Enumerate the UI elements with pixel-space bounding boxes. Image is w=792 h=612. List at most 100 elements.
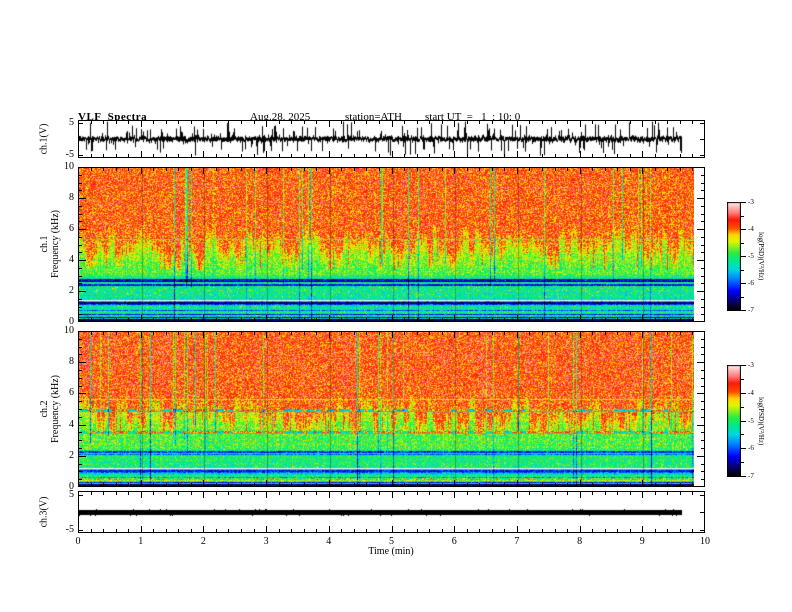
tick-mark (79, 229, 86, 230)
tick-mark (517, 168, 518, 174)
tick-mark (304, 318, 305, 321)
tick-mark (701, 268, 704, 269)
tick-mark (291, 492, 292, 495)
tick-mark (191, 168, 192, 171)
tick-mark (680, 318, 681, 321)
tick-mark (141, 315, 142, 321)
freq-tick-label: 8 (69, 356, 74, 368)
tick-mark (567, 318, 568, 321)
tick-mark (701, 448, 704, 449)
tick-mark (605, 529, 606, 532)
psd-colorbar-1 (727, 202, 741, 311)
tick-mark (630, 492, 631, 495)
tick-mark (692, 154, 693, 157)
tick-mark (429, 121, 430, 124)
tick-mark (379, 529, 380, 532)
tick-mark (203, 526, 204, 532)
tick-mark (492, 492, 493, 495)
tick-mark (241, 332, 242, 335)
tick-mark (529, 529, 530, 532)
tick-mark (404, 492, 405, 495)
tick-mark (329, 168, 330, 174)
colorbar-tick-label: -7 (748, 306, 754, 314)
tick-mark (128, 154, 129, 157)
tick-mark (103, 492, 104, 495)
tick-mark (504, 529, 505, 532)
tick-mark (266, 332, 267, 338)
tick-mark (103, 318, 104, 321)
ch1-voltage-axis-label: ch.1(V) (38, 123, 50, 155)
tick-mark (504, 154, 505, 157)
tick-mark (128, 168, 129, 171)
tick-mark (555, 492, 556, 495)
tick-mark (701, 354, 704, 355)
colorbar-2-axis-label: log(PSD)(V²/Hz) (757, 396, 765, 446)
tick-mark (79, 354, 82, 355)
tick-mark (741, 202, 746, 203)
tick-mark (454, 526, 455, 532)
tick-mark (366, 492, 367, 495)
time-tick-label: 0 (75, 536, 81, 547)
tick-mark (79, 221, 82, 222)
tick-mark (379, 492, 380, 495)
tick-mark (517, 526, 518, 532)
tick-mark (79, 347, 82, 348)
tick-mark (417, 121, 418, 124)
tick-mark (79, 299, 82, 300)
time-tick-label: 3 (263, 536, 269, 547)
tick-mark (279, 529, 280, 532)
tick-mark (680, 154, 681, 157)
tick-mark (492, 332, 493, 335)
tick-mark (178, 168, 179, 171)
tick-mark (529, 168, 530, 171)
tick-mark (291, 483, 292, 486)
tick-mark (529, 318, 530, 321)
tick-mark (467, 483, 468, 486)
tick-mark (417, 168, 418, 171)
tick-mark (79, 417, 82, 418)
tick-mark (116, 483, 117, 486)
time-tick-label: 2 (200, 536, 206, 547)
tick-mark (701, 314, 704, 315)
time-tick-label: 5 (389, 536, 394, 547)
tick-mark (741, 365, 746, 366)
tick-mark (555, 483, 556, 486)
tick-mark (492, 121, 493, 124)
tick-mark (492, 154, 493, 157)
tick-mark (103, 168, 104, 171)
tick-mark (642, 315, 643, 321)
tick-mark (701, 370, 704, 371)
tick-mark (241, 483, 242, 486)
tick-mark (79, 378, 82, 379)
tick-mark (291, 332, 292, 335)
tick-mark (605, 492, 606, 495)
tick-mark (341, 121, 342, 124)
tick-mark (680, 492, 681, 495)
time-tick-label: 1 (138, 536, 144, 547)
tick-mark (404, 529, 405, 532)
tick-mark (366, 529, 367, 532)
tick-mark (266, 121, 267, 127)
tick-mark (529, 154, 530, 157)
tick-mark (128, 318, 129, 321)
tick-mark (141, 121, 142, 127)
tick-mark (304, 121, 305, 124)
colorbar-tick-label: -4 (748, 389, 754, 397)
tick-mark (479, 168, 480, 171)
tick-mark (153, 529, 154, 532)
tick-mark (454, 315, 455, 321)
tick-mark (379, 483, 380, 486)
tick-mark (701, 245, 704, 246)
tick-mark (203, 315, 204, 321)
tick-mark (379, 168, 380, 171)
tick-mark (79, 214, 82, 215)
tick-mark (79, 260, 86, 261)
time-tick-label: 4 (326, 536, 332, 547)
tick-mark (329, 480, 330, 486)
tick-mark (341, 492, 342, 495)
tick-mark (178, 154, 179, 157)
tick-mark (178, 121, 179, 124)
tick-mark (429, 529, 430, 532)
volt-tick-label: 5 (69, 488, 74, 500)
tick-mark (580, 121, 581, 127)
